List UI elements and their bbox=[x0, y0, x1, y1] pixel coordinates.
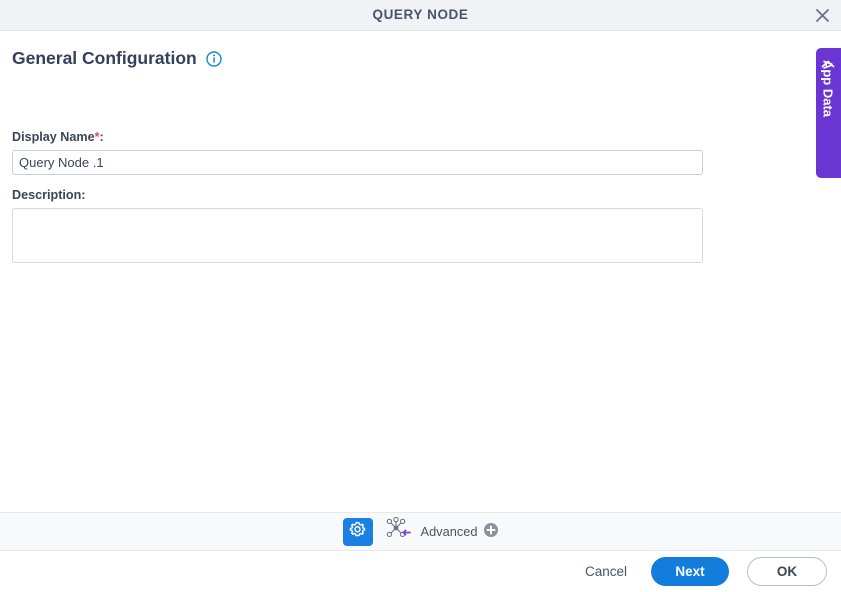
ok-button[interactable]: OK bbox=[747, 557, 827, 586]
gear-icon bbox=[348, 520, 367, 544]
info-icon[interactable] bbox=[206, 51, 222, 67]
cancel-button[interactable]: Cancel bbox=[579, 560, 633, 583]
advanced-section-toggle[interactable]: Advanced bbox=[421, 523, 499, 540]
window-title: QUERY NODE bbox=[0, 0, 841, 30]
close-icon[interactable] bbox=[809, 3, 835, 28]
config-step-toolbar: Advanced bbox=[0, 512, 841, 551]
plus-circle-icon[interactable] bbox=[484, 523, 498, 540]
advanced-label: Advanced bbox=[421, 524, 478, 539]
section-title-text: General Configuration bbox=[12, 48, 197, 69]
description-label-colon: : bbox=[81, 188, 85, 202]
display-name-label-colon: : bbox=[100, 130, 104, 144]
description-label: Description: bbox=[12, 188, 85, 202]
display-name-label-text: Display Name bbox=[12, 130, 95, 144]
app-data-tab-label: App Data bbox=[816, 48, 841, 139]
dialog-body: General Configuration Display Name*: Des… bbox=[0, 31, 841, 512]
description-textarea[interactable] bbox=[12, 208, 703, 263]
app-data-panel-tab[interactable]: App Data bbox=[816, 48, 841, 178]
general-configuration-tab[interactable] bbox=[343, 518, 373, 546]
display-name-input[interactable] bbox=[12, 150, 703, 175]
window-titlebar: QUERY NODE bbox=[0, 0, 841, 31]
next-button[interactable]: Next bbox=[651, 557, 729, 586]
dialog-actions: Cancel Next OK bbox=[0, 551, 841, 592]
node-mapping-icon bbox=[384, 517, 412, 546]
description-label-text: Description bbox=[12, 188, 81, 202]
data-mapping-tab[interactable] bbox=[381, 518, 415, 546]
display-name-label: Display Name*: bbox=[12, 130, 104, 144]
page-title: General Configuration bbox=[12, 48, 222, 69]
